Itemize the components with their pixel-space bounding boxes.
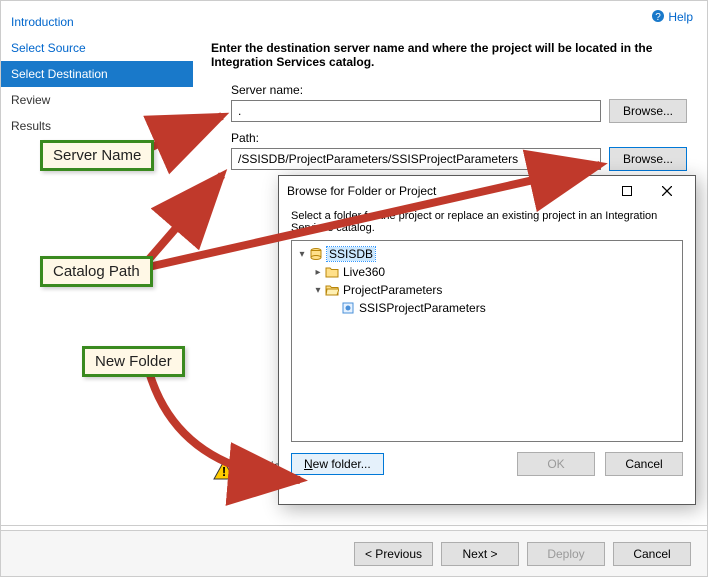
tree-node-ssisprojectparameters[interactable]: SSISProjectParameters xyxy=(294,299,680,317)
svg-text:!: ! xyxy=(222,464,226,479)
tree-node-ssisdb[interactable]: ▾ SSISDB xyxy=(294,245,680,263)
project-icon xyxy=(340,301,356,315)
maximize-icon xyxy=(622,186,632,196)
dialog-title: Browse for Folder or Project xyxy=(287,184,607,198)
next-button[interactable]: Next > xyxy=(441,542,519,566)
nav-results[interactable]: Results xyxy=(1,113,193,139)
wizard-button-bar: < Previous Next > Deploy Cancel xyxy=(1,530,707,576)
folder-open-icon xyxy=(324,284,340,296)
svg-text:?: ? xyxy=(656,12,662,23)
expand-icon[interactable]: ▸ xyxy=(312,267,324,278)
browse-path-button[interactable]: Browse... xyxy=(609,147,687,171)
nav-select-destination[interactable]: Select Destination xyxy=(1,61,193,87)
warning-icon: ! xyxy=(213,459,235,481)
folder-icon xyxy=(324,266,340,278)
server-name-input[interactable] xyxy=(231,100,601,122)
instruction-text: Enter the destination server name and wh… xyxy=(211,41,687,69)
close-button[interactable] xyxy=(647,177,687,205)
help-link[interactable]: ?Help xyxy=(651,9,693,24)
tree-label-leaf: SSISProjectParameters xyxy=(359,301,486,315)
callout-new-folder: New Folder xyxy=(82,346,185,377)
tree-label-live360: Live360 xyxy=(343,265,385,279)
dialog-ok-button: OK xyxy=(517,452,595,476)
folder-tree[interactable]: ▾ SSISDB ▸ Live360 ▾ ProjectParameters S… xyxy=(291,240,683,442)
tree-node-projectparameters[interactable]: ▾ ProjectParameters xyxy=(294,281,680,299)
dialog-titlebar: Browse for Folder or Project xyxy=(279,176,695,206)
cancel-button[interactable]: Cancel xyxy=(613,542,691,566)
callout-catalog-path: Catalog Path xyxy=(40,256,153,287)
browse-folder-dialog: Browse for Folder or Project Select a fo… xyxy=(278,175,696,505)
collapse-icon[interactable]: ▾ xyxy=(296,249,308,260)
dialog-cancel-button[interactable]: Cancel xyxy=(605,452,683,476)
collapse-icon[interactable]: ▾ xyxy=(312,285,324,296)
database-icon xyxy=(308,247,324,261)
tree-label-root: SSISDB xyxy=(327,247,375,261)
separator xyxy=(1,525,707,526)
nav-review[interactable]: Review xyxy=(1,87,193,113)
wizard-content-pane: Enter the destination server name and wh… xyxy=(201,31,697,179)
tree-node-live360[interactable]: ▸ Live360 xyxy=(294,263,680,281)
nav-select-source[interactable]: Select Source xyxy=(1,35,193,61)
path-input[interactable] xyxy=(231,148,601,170)
maximize-button[interactable] xyxy=(607,177,647,205)
wizard-nav-sidebar: Introduction Select Source Select Destin… xyxy=(1,5,193,143)
tree-label-projectparams: ProjectParameters xyxy=(343,283,442,297)
server-name-label: Server name: xyxy=(231,83,667,97)
callout-server-name: Server Name xyxy=(40,140,154,171)
new-folder-button[interactable]: New folder... xyxy=(291,453,384,475)
close-icon xyxy=(662,186,672,196)
help-icon: ? xyxy=(651,9,665,23)
previous-button[interactable]: < Previous xyxy=(354,542,433,566)
dialog-message: Select a folder for the project or repla… xyxy=(291,210,683,234)
browse-server-button[interactable]: Browse... xyxy=(609,99,687,123)
deploy-button: Deploy xyxy=(527,542,605,566)
path-label: Path: xyxy=(231,131,667,145)
nav-introduction[interactable]: Introduction xyxy=(1,9,193,35)
